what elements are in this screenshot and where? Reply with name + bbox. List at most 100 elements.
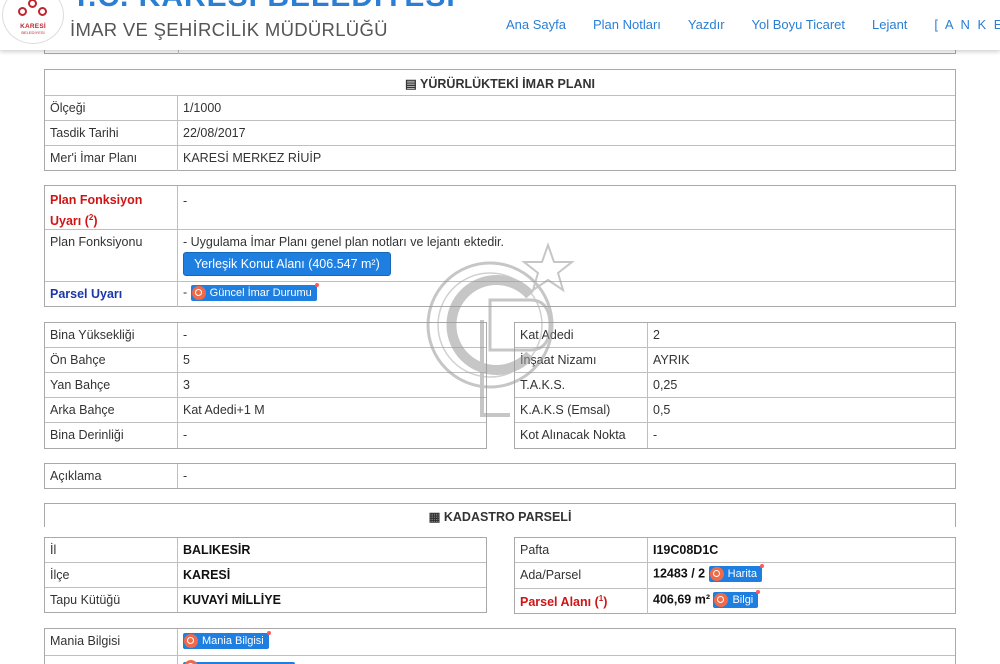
residential-area-button[interactable]: Yerleşik Konut Alanı (406.547 m²) — [183, 252, 391, 276]
logo-emblem-icon — [18, 0, 48, 21]
parcel-area-value: 406,69 m² Bilgi — [648, 589, 763, 614]
table-row: K.A.K.S (Emsal) 0,5 — [515, 398, 955, 423]
grid-icon: ▦ — [428, 510, 441, 524]
table-row: Açıklama - — [45, 464, 955, 488]
nav-survey[interactable]: [ A N K E T ] — [934, 17, 1000, 32]
obstacle-info-button[interactable]: Mania Bilgisi — [183, 631, 271, 649]
kaks-label: K.A.K.S (Emsal) — [515, 398, 648, 422]
notification-dot — [756, 590, 761, 594]
table-row: Kat Adedi 2 — [515, 323, 955, 348]
scale-value: 1/1000 — [183, 101, 222, 115]
cadastre-heading: KADASTRO PARSELİ — [443, 510, 572, 524]
district-label: İlçe — [45, 563, 178, 587]
zoning-plan-header-row: ▤ YÜRÜRLÜKTEKİ İMAR PLANI — [45, 70, 955, 96]
table-row: T.A.K.S. 0,25 — [515, 373, 955, 398]
next-row-value — [178, 656, 300, 664]
municipality-title: T.C. KARESİ BELEDİYESİ — [72, 0, 456, 14]
logo-subtext: BELEDİYESİ — [21, 30, 45, 35]
site-header: KARESİ BELEDİYESİ T.C. KARESİ BELEDİYESİ… — [0, 0, 1000, 50]
taks-label: T.A.K.S. — [515, 373, 648, 397]
table-row: Kot Alınacak Nokta - — [515, 423, 955, 448]
parcel-warning-value: - Güncel İmar Durumu — [178, 282, 322, 307]
scale-label: Ölçeği — [45, 96, 178, 120]
info-icon — [191, 286, 206, 300]
approval-date-value: 22/08/2017 — [183, 126, 246, 140]
function-warning-label: Plan Fonksiyon Uyarı (2) — [45, 186, 178, 229]
rear-yard-label: Arka Bahçe — [45, 398, 178, 422]
building-params-right-table: Kat Adedi 2 İnşaat Nizamı AYRIK T.A.K.S.… — [514, 322, 956, 449]
table-row: İnşaat Nizamı AYRIK — [515, 348, 955, 373]
construction-order-value: AYRIK — [653, 353, 690, 367]
table-row: Parsel Alanı (1) 406,69 m² Bilgi — [515, 589, 955, 614]
function-warning-value: - — [183, 194, 188, 208]
table-row: Mania Bilgisi Mania Bilgisi — [45, 629, 955, 656]
notification-dot — [759, 564, 764, 568]
zoning-plan-heading: YÜRÜRLÜKTEKİ İMAR PLANI — [420, 77, 596, 91]
table-row: Plan Fonksiyonu - Uygulama İmar Planı ge… — [45, 230, 955, 282]
top-nav: Ana Sayfa Plan Notları Yazdır Yol Boyu T… — [506, 17, 1000, 32]
department-title: İMAR VE ŞEHİRCİLİK MÜDÜRLÜĞÜ — [70, 19, 388, 40]
land-registry-value: KUVAYİ MİLLİYE — [183, 593, 281, 607]
logo-text: KARESİ — [20, 23, 46, 30]
info-icon — [184, 659, 198, 664]
table-row: Arka Bahçe Kat Adedi+1 M — [45, 398, 486, 423]
front-yard-label: Ön Bahçe — [45, 348, 178, 372]
nav-plan-notes[interactable]: Plan Notları — [593, 17, 661, 32]
building-height-value: - — [183, 328, 188, 342]
table-row: Mer'i İmar Planı KARESİ MERKEZ RİUİP — [45, 146, 955, 171]
nav-print[interactable]: Yazdır — [688, 17, 725, 32]
plan-function-label: Plan Fonksiyonu — [45, 230, 178, 281]
plan-function-table: Plan Fonksiyon Uyarı (2) - Plan Fonksiyo… — [44, 185, 956, 307]
parcel-area-label: Parsel Alanı (1) — [515, 589, 648, 614]
next-row-label — [45, 656, 178, 664]
notification-dot — [266, 631, 271, 635]
current-zoning-status-button[interactable]: Güncel İmar Durumu — [190, 283, 319, 301]
document-icon: ▤ — [404, 77, 417, 91]
table-row: Tasdik Tarihi 22/08/2017 — [45, 121, 955, 146]
info-icon — [184, 634, 198, 648]
table-row: Bina Derinliği - — [45, 423, 486, 448]
floor-count-value: 2 — [653, 328, 660, 342]
table-row: Yan Bahçe 3 — [45, 373, 486, 398]
info-button[interactable]: Bilgi — [713, 590, 761, 608]
description-label: Açıklama — [45, 464, 178, 488]
table-row: İlçe KARESİ — [45, 563, 486, 588]
table-row: Pafta I19C08D1C — [515, 538, 955, 563]
table-row: Plan Fonksiyon Uyarı (2) - — [45, 186, 955, 230]
side-yard-label: Yan Bahçe — [45, 373, 178, 397]
municipality-logo[interactable]: KARESİ BELEDİYESİ — [2, 0, 64, 44]
block-parcel-value: 12483 / 2 Harita — [648, 563, 767, 588]
cadastre-header: ▦ KADASTRO PARSELİ — [44, 503, 956, 527]
taks-value: 0,25 — [653, 378, 678, 392]
building-params-left-table: Bina Yüksekliği - Ön Bahçe 5 Yan Bahçe 3… — [44, 322, 487, 449]
floor-count-label: Kat Adedi — [515, 323, 648, 347]
cadastre-right-table: Pafta I19C08D1C Ada/Parsel 12483 / 2 Har… — [514, 537, 956, 614]
table-row: İl BALIKESİR — [45, 538, 486, 563]
nav-roadside-trade[interactable]: Yol Boyu Ticaret — [752, 17, 845, 32]
table-row: Ada/Parsel 12483 / 2 Harita — [515, 563, 955, 589]
obstacle-info-label: Mania Bilgisi — [45, 629, 178, 655]
nav-home[interactable]: Ana Sayfa — [506, 17, 566, 32]
map-button[interactable]: Harita — [708, 564, 764, 582]
map-sheet-label: Pafta — [515, 538, 648, 562]
current-plan-value: KARESİ MERKEZ RİUİP — [183, 151, 322, 165]
province-label: İl — [45, 538, 178, 562]
nav-legend[interactable]: Lejant — [872, 17, 907, 32]
parcel-warning-label: Parsel Uyarı — [45, 282, 178, 307]
plan-function-note: - Uygulama İmar Planı genel plan notları… — [183, 235, 505, 249]
building-depth-value: - — [183, 428, 188, 442]
table-row — [45, 656, 955, 664]
table-row: Tapu Kütüğü KUVAYİ MİLLİYE — [45, 588, 486, 612]
info-icon — [709, 567, 724, 581]
cadastre-left-table: İl BALIKESİR İlçe KARESİ Tapu Kütüğü KUV… — [44, 537, 487, 613]
district-value: KARESİ — [183, 568, 231, 582]
map-sheet-value: I19C08D1C — [653, 543, 719, 557]
kaks-value: 0,5 — [653, 403, 671, 417]
elevation-point-value: - — [653, 428, 658, 442]
table-row: Bina Yüksekliği - — [45, 323, 486, 348]
province-value: BALIKESİR — [183, 543, 251, 557]
front-yard-value: 5 — [183, 353, 190, 367]
obstacle-info-value: Mania Bilgisi — [178, 629, 274, 655]
obstacle-info-table: Mania Bilgisi Mania Bilgisi — [44, 628, 956, 664]
table-row: Ölçeği 1/1000 — [45, 96, 955, 121]
